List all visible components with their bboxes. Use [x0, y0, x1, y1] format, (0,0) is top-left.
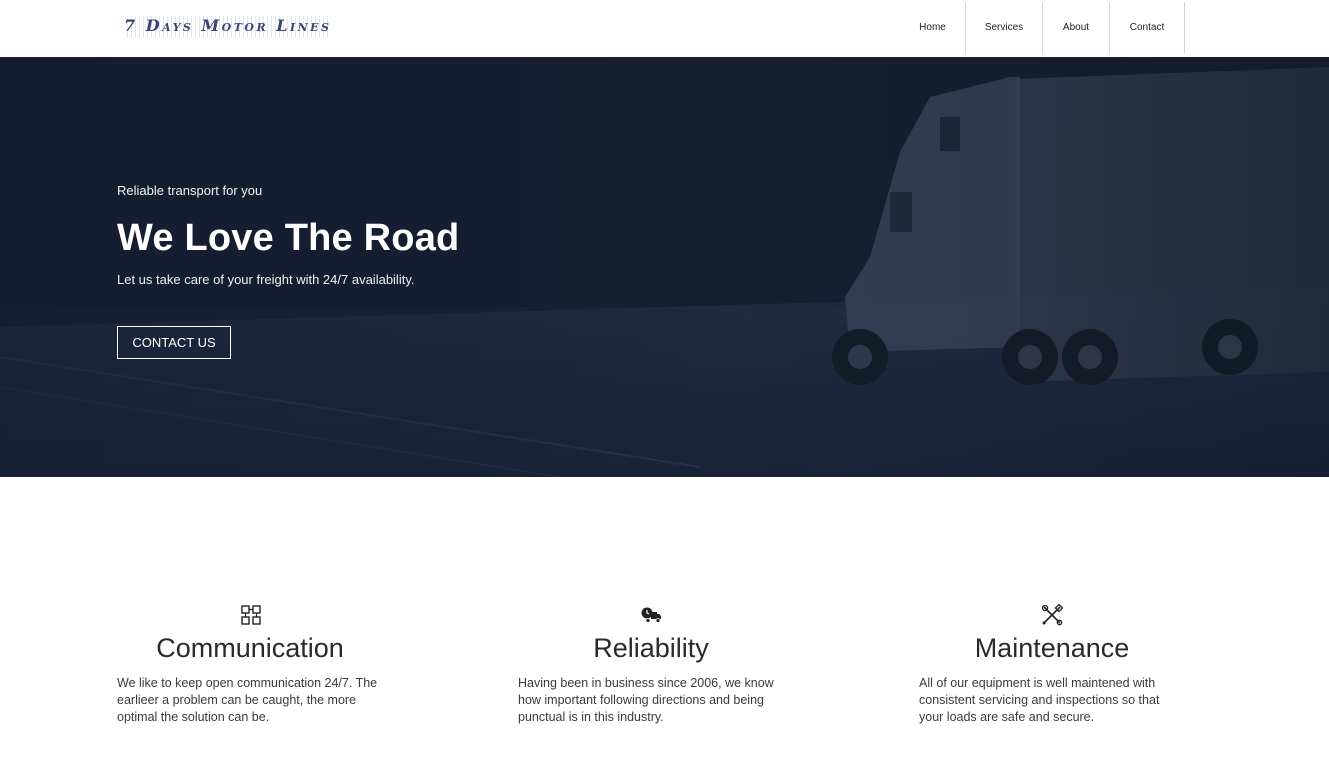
delivery-truck-clock-icon — [641, 607, 661, 623]
nav-home[interactable]: Home — [900, 2, 966, 53]
nav-contact[interactable]: Contact — [1110, 2, 1185, 53]
hero-subtitle: Let us take care of your freight with 24… — [117, 272, 415, 287]
hero-tagline: Reliable transport for you — [117, 183, 263, 198]
main-nav: Home Services About Contact — [900, 2, 1185, 53]
hero-overlay — [0, 57, 1329, 477]
network-boxes-icon — [241, 605, 261, 625]
site-logo[interactable]: 7 Days Motor Lines — [124, 16, 332, 38]
nav-services[interactable]: Services — [966, 2, 1043, 53]
feature-text: We like to keep open communication 24/7.… — [117, 676, 378, 724]
feature-title: Communication — [156, 633, 344, 663]
feature-text: All of our equipment is well maintened w… — [919, 676, 1160, 724]
feature-title: Reliability — [593, 633, 709, 663]
site-header: 7 Days Motor Lines Home Services About C… — [0, 0, 1329, 57]
contact-us-button[interactable]: CONTACT US — [117, 326, 231, 359]
feature-text: Having been in business since 2006, we k… — [518, 676, 774, 724]
wrench-screwdriver-icon — [1041, 604, 1063, 626]
hero-title: We Love The Road — [117, 217, 460, 259]
nav-about[interactable]: About — [1043, 2, 1110, 53]
hero-section: Reliable transport for you We Love The R… — [0, 57, 1329, 477]
feature-title: Maintenance — [974, 633, 1130, 663]
